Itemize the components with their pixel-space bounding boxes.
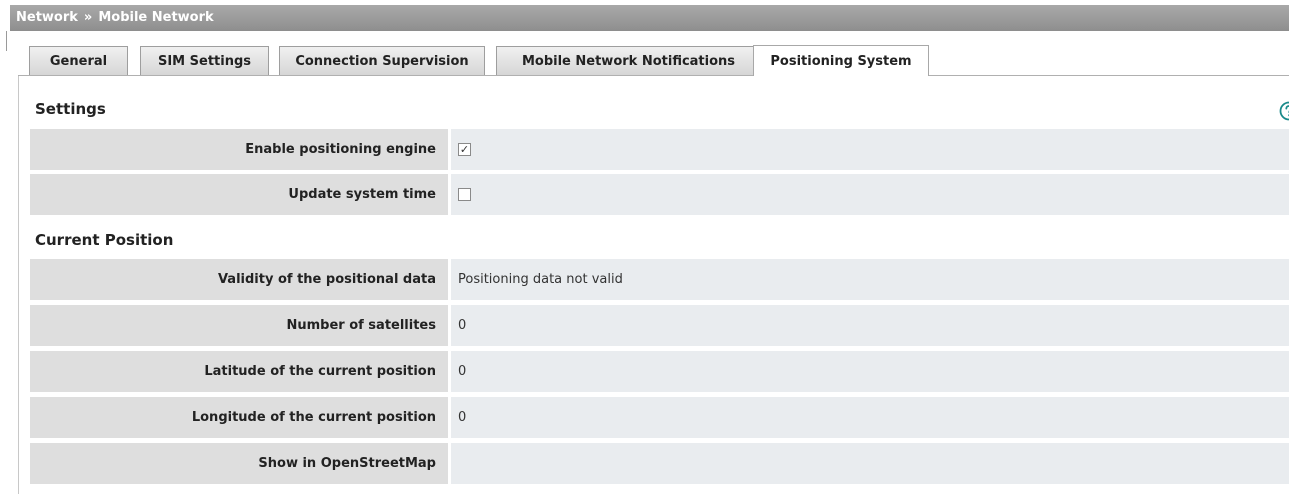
divider <box>6 31 7 51</box>
position-value: 0 <box>451 397 1289 438</box>
openstreetmap-link[interactable] <box>451 443 1289 484</box>
setting-label: Update system time <box>30 174 448 215</box>
position-row-latitude: Latitude of the current position 0 <box>30 351 1289 392</box>
tab-general[interactable]: General <box>29 46 128 75</box>
tab-mobile-network-notifications[interactable]: Mobile Network Notifications <box>496 46 761 75</box>
tab-positioning-system[interactable]: Positioning System <box>753 45 929 76</box>
tab-connection-supervision[interactable]: Connection Supervision <box>279 46 485 75</box>
position-label: Number of satellites <box>30 305 448 346</box>
tab-sim-settings[interactable]: SIM Settings <box>140 46 269 75</box>
settings-section-title: Settings <box>35 100 106 118</box>
setting-value <box>451 174 1289 215</box>
position-row-satellites: Number of satellites 0 <box>30 305 1289 346</box>
position-label: Show in OpenStreetMap <box>30 443 448 484</box>
breadcrumb-separator: » <box>83 10 93 25</box>
position-value: 0 <box>451 351 1289 392</box>
position-row-openstreetmap: Show in OpenStreetMap <box>30 443 1289 484</box>
setting-label: Enable positioning engine <box>30 129 448 170</box>
breadcrumb: Network » Mobile Network <box>10 5 1289 31</box>
current-position-section-title: Current Position <box>35 231 174 249</box>
position-value: Positioning data not valid <box>451 259 1289 300</box>
position-label: Validity of the positional data <box>30 259 448 300</box>
breadcrumb-parent[interactable]: Network <box>16 10 78 25</box>
update-system-time-checkbox[interactable] <box>458 188 471 201</box>
position-row-validity: Validity of the positional data Position… <box>30 259 1289 300</box>
setting-row-enable-positioning: Enable positioning engine ✓ <box>30 129 1289 170</box>
breadcrumb-current: Mobile Network <box>98 10 214 25</box>
setting-value: ✓ <box>451 129 1289 170</box>
help-icon[interactable] <box>1279 101 1289 121</box>
setting-row-update-system-time: Update system time <box>30 174 1289 215</box>
enable-positioning-checkbox[interactable]: ✓ <box>458 143 471 156</box>
position-label: Longitude of the current position <box>30 397 448 438</box>
position-label: Latitude of the current position <box>30 351 448 392</box>
position-value: 0 <box>451 305 1289 346</box>
tab-bar: General SIM Settings Connection Supervis… <box>18 45 1289 76</box>
position-row-longitude: Longitude of the current position 0 <box>30 397 1289 438</box>
